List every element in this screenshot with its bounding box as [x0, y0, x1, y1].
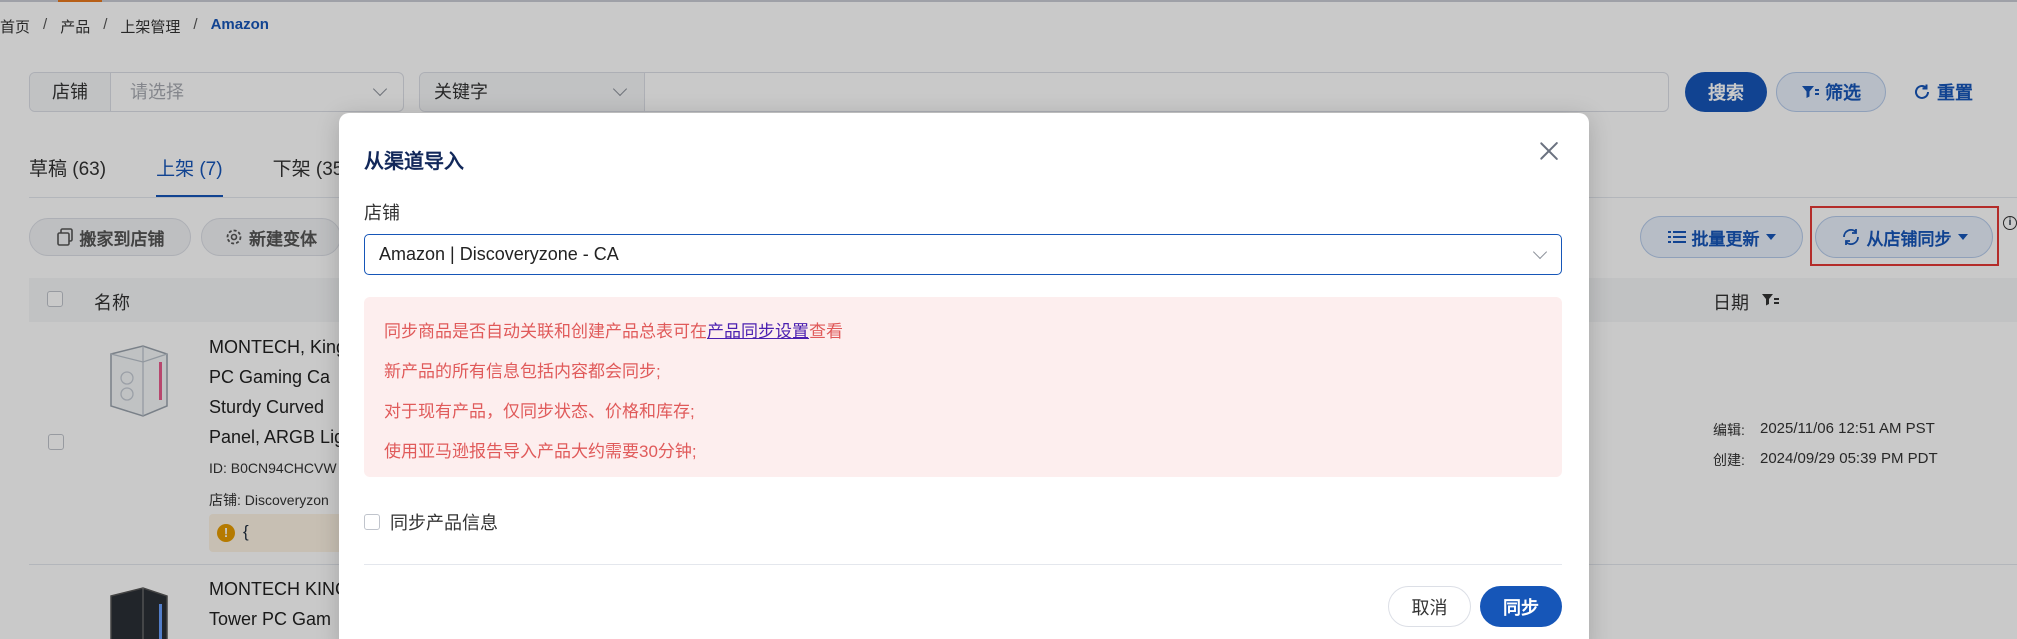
dialog-title: 从渠道导入	[364, 151, 464, 173]
store-field-label: 店铺	[364, 203, 400, 223]
checkbox-box[interactable]	[364, 514, 380, 530]
cancel-button-label: 取消	[1411, 597, 1448, 618]
cancel-button[interactable]: 取消	[1388, 586, 1471, 627]
notice-line: 新产品的所有信息包括内容都会同步;	[384, 362, 661, 381]
import-from-channel-dialog: 从渠道导入 店铺 Amazon | Discoveryzone - CA 同步商…	[339, 113, 1589, 639]
notice-line: 使用亚马逊报告导入产品大约需要30分钟;	[384, 442, 697, 461]
notice-text: 查看	[809, 322, 843, 341]
notice-text: 同步商品是否自动关联和创建产品总表可在	[384, 322, 707, 341]
dialog-divider	[364, 564, 1562, 565]
checkbox-label: 同步产品信息	[390, 513, 498, 533]
notice-line: 同步商品是否自动关联和创建产品总表可在产品同步设置查看	[384, 317, 843, 342]
sync-settings-link[interactable]: 产品同步设置	[707, 322, 809, 341]
close-icon[interactable]	[1537, 139, 1561, 163]
store-select-value: Amazon | Discoveryzone - CA	[379, 244, 619, 264]
sync-button[interactable]: 同步	[1480, 586, 1562, 627]
sync-button-label: 同步	[1503, 597, 1539, 618]
chevron-down-icon	[1532, 244, 1548, 260]
notice-line: 对于现有产品，仅同步状态、价格和库存;	[384, 402, 695, 421]
store-select[interactable]: Amazon | Discoveryzone - CA	[364, 234, 1562, 275]
sync-product-info-checkbox[interactable]: 同步产品信息	[364, 509, 498, 535]
sync-notice: 同步商品是否自动关联和创建产品总表可在产品同步设置查看 新产品的所有信息包括内容…	[364, 297, 1562, 477]
